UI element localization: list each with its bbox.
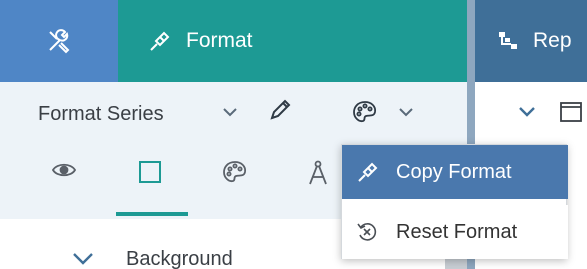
reset-format-menu-item[interactable]: Reset Format: [342, 205, 568, 259]
report-tab-label: Rep: [533, 29, 572, 52]
chevron-down-icon[interactable]: [398, 106, 414, 118]
format-panel-screen: Format Rep Format Series Background Copy…: [0, 0, 587, 269]
chevron-down-icon[interactable]: [222, 106, 238, 118]
series-selector[interactable]: Format Series: [38, 103, 164, 126]
series-selector-label: Format Series: [38, 103, 164, 125]
reset-format-label: Reset Format: [396, 220, 518, 243]
copy-format-label: Copy Format: [396, 160, 512, 183]
paint-brush-icon: [148, 29, 172, 53]
reset-icon: [356, 221, 380, 243]
format-tab[interactable]: Format: [118, 0, 467, 82]
palette-icon[interactable]: [352, 100, 378, 124]
copy-format-menu-item[interactable]: Copy Format: [342, 145, 568, 199]
active-tab-indicator: [116, 212, 188, 216]
format-dropdown-menu: Copy Format Reset Format: [341, 144, 568, 259]
chevron-down-icon[interactable]: [518, 106, 536, 118]
eye-icon[interactable]: [52, 160, 76, 180]
tools-icon: [49, 29, 70, 54]
format-tab-label: Format: [186, 29, 253, 52]
tools-tab[interactable]: [0, 0, 118, 82]
window-icon: [560, 102, 582, 122]
report-tab[interactable]: Rep: [475, 0, 587, 82]
square-icon[interactable]: [138, 160, 162, 184]
compass-icon[interactable]: [306, 160, 330, 186]
palette-icon[interactable]: [222, 160, 248, 184]
section-background-label[interactable]: Background: [126, 248, 233, 269]
paint-brush-icon: [356, 160, 380, 184]
hierarchy-icon: [499, 32, 517, 50]
chevron-down-icon[interactable]: [72, 251, 94, 265]
pencil-icon[interactable]: [268, 98, 292, 122]
